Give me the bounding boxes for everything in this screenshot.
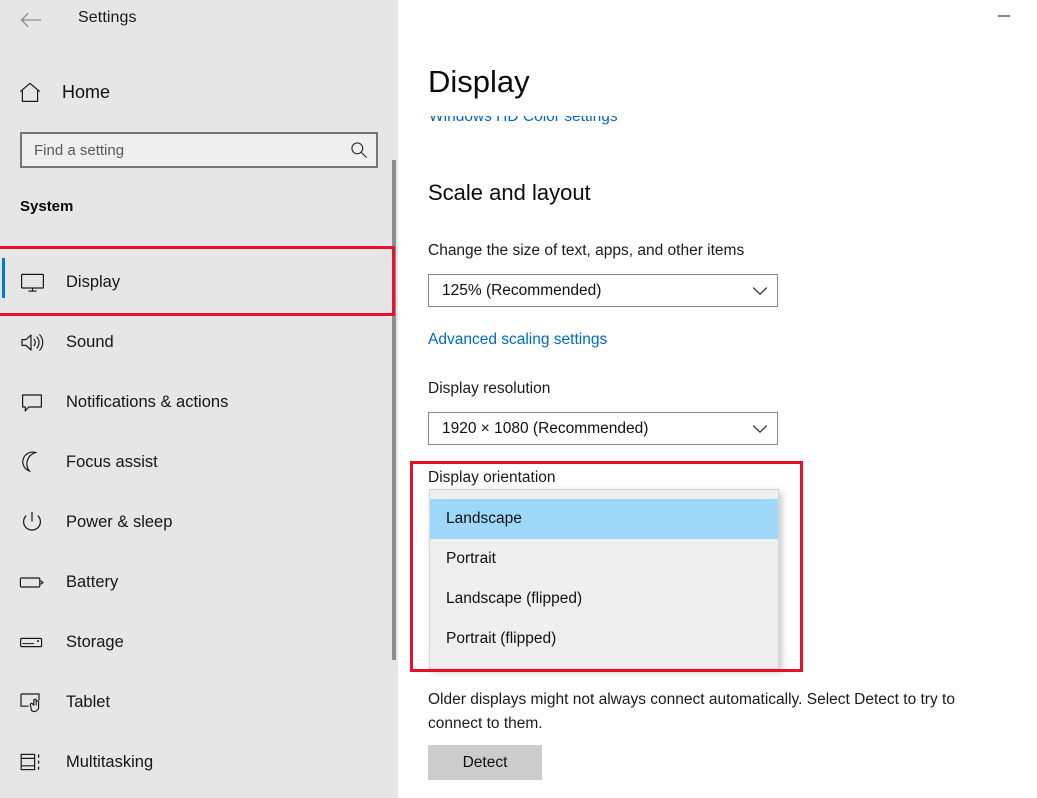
sidebar-item-multitasking-label: Multitasking — [66, 752, 154, 771]
battery-icon — [10, 562, 54, 602]
sidebar-item-power-sleep-label: Power & sleep — [66, 512, 173, 531]
power-icon — [10, 502, 54, 542]
sidebar-item-display[interactable]: Display — [0, 252, 392, 312]
search-icon[interactable] — [342, 134, 376, 166]
orientation-option-landscape[interactable]: Landscape — [430, 499, 778, 539]
multitasking-icon — [10, 742, 54, 782]
display-settings-content: Windows HD Color settings Scale and layo… — [398, 0, 1037, 798]
sidebar-item-storage-label: Storage — [66, 632, 124, 651]
advanced-scaling-settings-link[interactable]: Advanced scaling settings — [428, 331, 607, 349]
orientation-option-portrait-flipped-label: Portrait (flipped) — [446, 630, 557, 647]
sidebar-item-notifications[interactable]: Notifications & actions — [0, 372, 392, 432]
page-title: Display — [428, 64, 530, 99]
minimize-icon — [998, 15, 1010, 17]
sidebar-item-storage[interactable]: Storage — [0, 612, 392, 672]
orientation-option-landscape-label: Landscape — [446, 510, 522, 527]
main-content: Windows HD Color settings Scale and layo… — [398, 0, 1037, 798]
chevron-down-icon — [743, 413, 777, 444]
orientation-option-landscape-flipped[interactable]: Landscape (flipped) — [430, 579, 778, 619]
sidebar-item-display-label: Display — [66, 272, 121, 291]
moon-icon — [10, 442, 54, 482]
sidebar-item-home-label: Home — [62, 81, 111, 102]
search-box[interactable] — [20, 132, 378, 168]
notification-icon — [10, 382, 54, 422]
speaker-icon — [10, 322, 54, 362]
orientation-dropdown-popup[interactable]: Landscape Portrait Landscape (flipped) P… — [429, 489, 779, 669]
sidebar-item-tablet-label: Tablet — [66, 692, 111, 711]
storage-icon — [10, 622, 54, 662]
detect-button[interactable]: Detect — [428, 745, 542, 780]
scale-dropdown-value: 125% (Recommended) — [442, 281, 602, 299]
sidebar-item-multitasking[interactable]: Multitasking — [0, 732, 392, 792]
minimize-button[interactable] — [981, 0, 1027, 32]
resolution-dropdown-value: 1920 × 1080 (Recommended) — [442, 419, 649, 437]
resolution-dropdown[interactable]: 1920 × 1080 (Recommended) — [428, 412, 778, 445]
scale-and-layout-heading: Scale and layout — [428, 180, 591, 205]
orientation-option-landscape-flipped-label: Landscape (flipped) — [446, 590, 583, 607]
tablet-icon — [10, 682, 54, 722]
scale-dropdown[interactable]: 125% (Recommended) — [428, 274, 778, 307]
sidebar-item-notifications-label: Notifications & actions — [66, 392, 229, 411]
detect-note: Older displays might not always connect … — [428, 691, 955, 732]
sidebar-scrollbar-thumb[interactable] — [392, 160, 396, 660]
popup-bottom-padding — [430, 659, 778, 668]
orientation-field-label: Display orientation — [428, 469, 556, 486]
sidebar-item-sound-label: Sound — [66, 332, 114, 351]
back-button[interactable] — [14, 6, 48, 34]
orientation-option-portrait-label: Portrait — [446, 550, 496, 567]
resolution-field-label: Display resolution — [428, 380, 551, 397]
settings-window: Settings Home System — [0, 0, 1037, 798]
sidebar-item-battery-label: Battery — [66, 572, 119, 591]
sidebar-item-focus-assist-label: Focus assist — [66, 452, 158, 471]
orientation-option-portrait[interactable]: Portrait — [430, 539, 778, 579]
search-input[interactable] — [22, 134, 342, 166]
popup-top-padding — [430, 490, 778, 499]
scale-field-label: Change the size of text, apps, and other… — [428, 242, 745, 259]
sidebar-item-sound[interactable]: Sound — [0, 312, 392, 372]
monitor-icon — [10, 262, 54, 302]
back-arrow-icon — [20, 12, 41, 28]
sidebar: Settings Home System — [0, 0, 398, 798]
sidebar-item-tablet[interactable]: Tablet — [0, 672, 392, 732]
title-bar: Settings — [0, 0, 398, 40]
orientation-option-portrait-flipped[interactable]: Portrait (flipped) — [430, 619, 778, 659]
sidebar-item-battery[interactable]: Battery — [0, 552, 392, 612]
page-heading-band: Display — [398, 0, 1037, 116]
sidebar-item-focus-assist[interactable]: Focus assist — [0, 432, 392, 492]
sidebar-nav-list: Display Sound Notifications & actions Fo… — [0, 252, 392, 792]
chevron-down-icon — [743, 275, 777, 306]
sidebar-section-title: System — [20, 198, 74, 215]
home-icon — [8, 82, 52, 103]
app-title: Settings — [78, 9, 137, 26]
sidebar-item-home[interactable]: Home — [0, 71, 392, 113]
sidebar-item-power-sleep[interactable]: Power & sleep — [0, 492, 392, 552]
